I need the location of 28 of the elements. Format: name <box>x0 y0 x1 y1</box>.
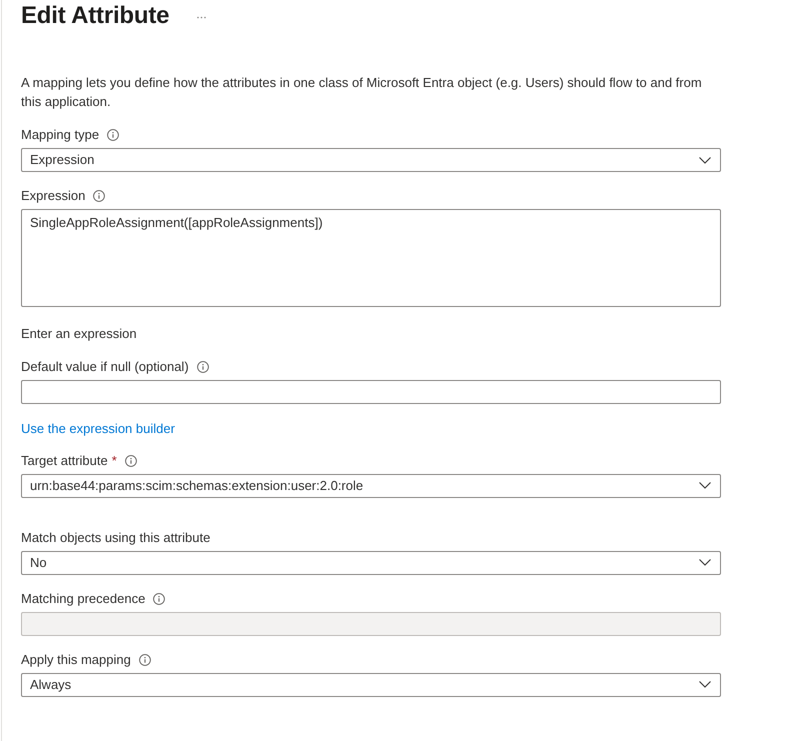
expression-field[interactable]: SingleAppRoleAssignment([appRoleAssignments]) <box>21 209 721 307</box>
field-label: Mapping type <box>21 126 100 144</box>
field-label: Default value if null (optional) <box>21 358 189 376</box>
chevron-down-icon <box>699 559 711 566</box>
info-icon[interactable] <box>196 361 209 373</box>
help-text: Enter an expression <box>21 325 138 343</box>
page-title: Edit Attribute <box>21 1 170 31</box>
text-field[interactable] <box>21 380 721 404</box>
info-icon[interactable] <box>93 190 106 202</box>
chevron-down-icon <box>699 482 711 489</box>
field-label: Target attribute <box>21 452 108 470</box>
required-mark: * <box>112 452 117 470</box>
dropdown[interactable]: No <box>21 550 721 574</box>
info-icon[interactable] <box>138 654 151 666</box>
more-icon[interactable] <box>197 16 206 18</box>
expression-builder-link[interactable]: Use the expression builder <box>21 420 175 438</box>
field-label: Expression <box>21 187 86 205</box>
chevron-down-icon <box>699 681 711 688</box>
dropdown[interactable]: urn:base44:params:scim:schemas:extension:user:2.0:role <box>21 474 721 498</box>
chevron-down-icon <box>699 156 711 164</box>
field-label: Match objects using this attribute <box>21 528 210 546</box>
dropdown[interactable]: Expression <box>21 148 721 172</box>
field-label: Matching precedence <box>21 590 146 608</box>
field-label: Apply this mapping <box>21 650 131 668</box>
description-text: A mapping lets you define how the attributes in one class of Microsoft Entra object (e.g. Users) should flow to and from this application. <box>21 74 703 111</box>
info-icon[interactable] <box>107 129 120 141</box>
info-icon[interactable] <box>124 454 137 466</box>
dropdown[interactable]: Always <box>21 672 721 696</box>
